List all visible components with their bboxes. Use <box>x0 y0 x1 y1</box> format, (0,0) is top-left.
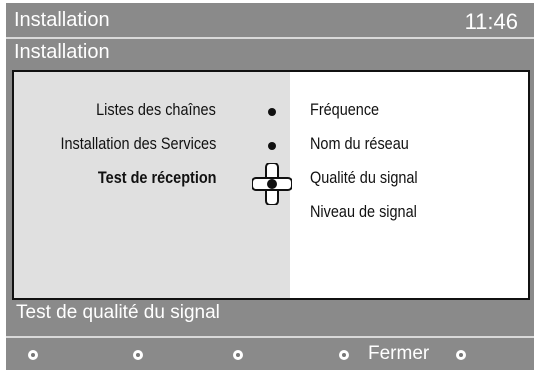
menu-item-test-de-reception[interactable]: Test de réception <box>97 168 216 188</box>
navigation-cursor-icon <box>252 163 292 205</box>
menu-panel: Listes des chaînes Installation des Serv… <box>12 70 530 300</box>
bullet-icon <box>268 108 276 116</box>
tv-menu-screen: Installation 11:46 Installation Listes d… <box>6 3 534 370</box>
bullet-icon <box>268 142 276 150</box>
top-divider <box>6 37 534 39</box>
page-title: Installation <box>14 41 110 63</box>
green-key-icon[interactable] <box>133 350 143 360</box>
submenu-item-nom-du-reseau[interactable]: Nom du réseau <box>310 134 409 154</box>
status-text: Test de qualité du signal <box>16 302 220 323</box>
bottom-divider <box>6 336 534 338</box>
close-button-label[interactable]: Fermer <box>368 343 429 365</box>
top-bar: Installation 11:46 <box>6 3 534 37</box>
clock: 11:46 <box>464 9 518 34</box>
menu-item-installation-des-services[interactable]: Installation des Services <box>60 134 216 154</box>
yellow-key-icon[interactable] <box>233 350 243 360</box>
submenu-item-niveau-de-signal[interactable]: Niveau de signal <box>310 202 417 222</box>
red-key-icon[interactable] <box>28 350 38 360</box>
submenu-item-frequence[interactable]: Fréquence <box>310 100 379 120</box>
option-key-icon[interactable] <box>456 350 466 360</box>
submenu-item-qualite-du-signal[interactable]: Qualité du signal <box>310 168 418 188</box>
window-title: Installation <box>14 9 110 31</box>
blue-key-icon[interactable] <box>339 350 349 360</box>
menu-item-listes-des-chaines[interactable]: Listes des chaînes <box>96 100 216 120</box>
